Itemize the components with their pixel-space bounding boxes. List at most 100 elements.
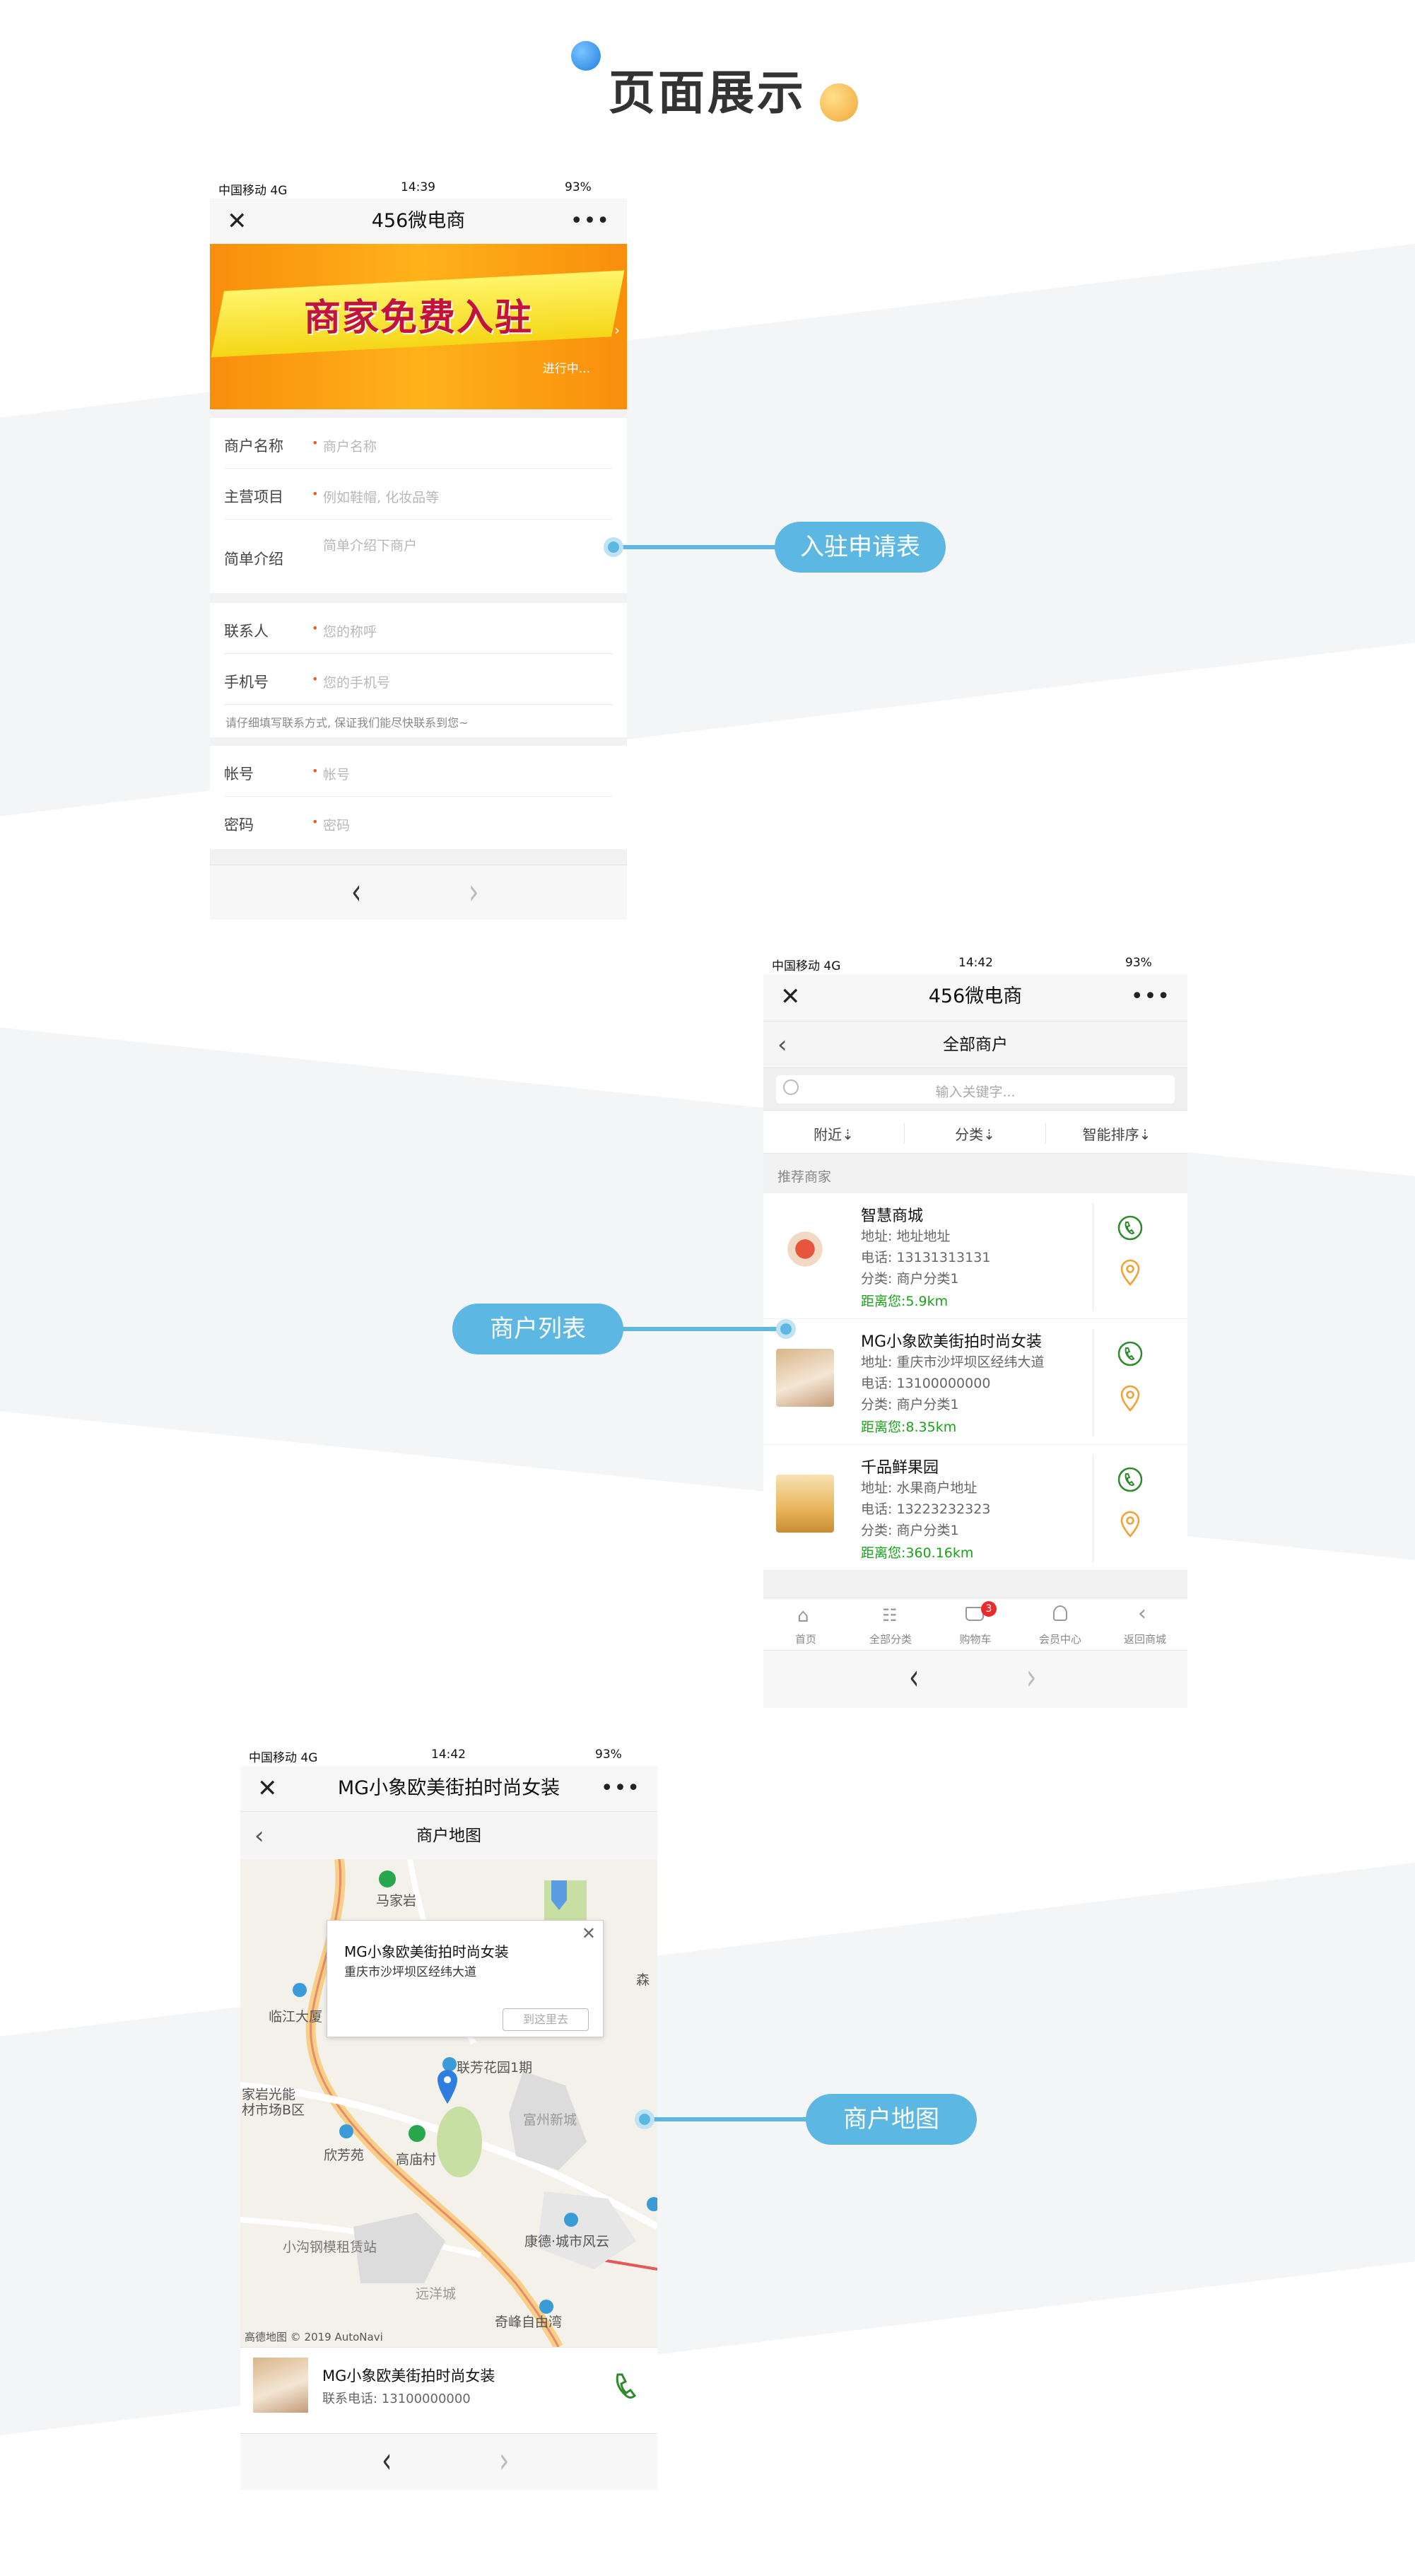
- password-field[interactable]: 密码 • 密码: [224, 797, 613, 848]
- close-icon[interactable]: ✕: [227, 199, 247, 244]
- phone-icon[interactable]: [611, 2370, 642, 2401]
- battery-label: 93%: [595, 1747, 622, 1762]
- location-marker-icon[interactable]: [435, 2068, 459, 2107]
- search-input[interactable]: 输入关键字...: [776, 1075, 1175, 1103]
- tab-label: 购物车: [959, 1633, 992, 1646]
- section-title: 推荐商家: [777, 1169, 832, 1185]
- merchant-name: 千品鲜果园: [861, 1459, 939, 1477]
- field-placeholder: 您的手机号: [323, 675, 391, 691]
- nav-title: 456微电商: [928, 985, 1023, 1007]
- map-label: 奇峰自由湾: [495, 2314, 563, 2330]
- merchant-item[interactable]: MG小象欧美街拍时尚女装 地址: 重庆市沙坪坝区经纬大道 电话: 1310000…: [763, 1319, 1187, 1445]
- more-icon[interactable]: •••: [1131, 974, 1170, 1019]
- back-icon[interactable]: ‹: [254, 1812, 264, 1860]
- page-title: 页面展示: [609, 66, 806, 120]
- forward-arrow-icon[interactable]: ›: [1026, 1658, 1036, 1698]
- nav-bar: ✕ MG小象欧美街拍时尚女装 •••: [240, 1766, 657, 1811]
- required-mark: •: [312, 621, 319, 635]
- map-label: 联芳花园1期: [457, 2060, 533, 2076]
- field-label: 联系人: [224, 623, 269, 640]
- location-pin-icon[interactable]: [1118, 1258, 1142, 1287]
- account-card: 帐号 • 帐号 密码 • 密码: [210, 746, 627, 849]
- filter-sort[interactable]: 智能排序⇣: [1046, 1123, 1187, 1144]
- application-form-screen: 中国移动 4G 14:39 93% ✕ 456微电商 ••• 商家免费入驻 进行…: [210, 175, 627, 920]
- tab-label: 返回商城: [1123, 1633, 1166, 1646]
- more-icon[interactable]: •••: [570, 199, 610, 244]
- callout-line: [619, 1327, 785, 1331]
- tab-back-to-mall[interactable]: ‹ 返回商城: [1103, 1598, 1187, 1651]
- merchant-name-field[interactable]: 商户名称 • 商户名称: [224, 418, 613, 469]
- map-label: 材市场B区: [242, 2102, 305, 2118]
- merchant-item[interactable]: 智慧商城 地址: 地址地址 电话: 13131313131 分类: 商户分类1 …: [763, 1193, 1187, 1319]
- location-pin-icon[interactable]: [1118, 1384, 1142, 1412]
- account-field[interactable]: 帐号 • 帐号: [224, 746, 613, 797]
- back-arrow-icon[interactable]: ‹: [351, 872, 361, 913]
- field-label: 主营项目: [224, 488, 283, 505]
- field-label: 简单介绍: [224, 551, 283, 568]
- tab-member[interactable]: 会员中心: [1018, 1598, 1103, 1651]
- status-bar: 中国移动 4G 14:42 93%: [240, 1742, 657, 1766]
- location-pin-icon[interactable]: [1118, 1510, 1142, 1538]
- filter-nearby[interactable]: 附近⇣: [763, 1123, 905, 1144]
- intro-field[interactable]: 简单介绍 简单介绍下商户: [224, 520, 613, 593]
- merchant-category: 分类: 商户分类1: [861, 1523, 959, 1538]
- forward-arrow-icon[interactable]: ›: [469, 872, 478, 913]
- map-label: 康德·城市风云: [524, 2234, 610, 2249]
- field-placeholder: 您的称呼: [323, 624, 377, 640]
- search-area: 输入关键字...: [763, 1067, 1187, 1110]
- close-icon[interactable]: ✕: [257, 1766, 278, 1811]
- field-label: 帐号: [224, 766, 254, 783]
- map-label: 富州新城: [523, 2112, 577, 2128]
- merchant-distance: 距离您:5.9km: [861, 1294, 949, 1309]
- map-label: 临江大厦: [269, 2009, 323, 2025]
- contact-info-card: 联系人 • 您的称呼 手机号 • 您的手机号 请仔细填写联系方式, 保证我们能尽…: [210, 603, 627, 737]
- close-icon[interactable]: ✕: [582, 1924, 596, 1943]
- merchant-list-callout: 商户列表: [452, 1304, 623, 1354]
- user-icon: [1053, 1605, 1067, 1621]
- home-icon: ⌂: [797, 1605, 809, 1627]
- forward-arrow-icon[interactable]: ›: [499, 2441, 509, 2481]
- search-placeholder: 输入关键字...: [935, 1084, 1016, 1100]
- back-icon[interactable]: ‹: [777, 1021, 787, 1068]
- tab-home[interactable]: ⌂ 首页: [763, 1598, 848, 1651]
- merchant-thumbnail: [776, 1349, 834, 1407]
- application-form-callout: 入驻申请表: [775, 522, 946, 573]
- tab-categories[interactable]: ☷ 全部分类: [848, 1598, 933, 1651]
- back-arrow-icon[interactable]: ‹: [909, 1658, 919, 1698]
- tab-bar: ⌂ 首页 ☷ 全部分类 3 购物车 会员中心 ‹ 返回商城: [763, 1598, 1187, 1650]
- back-arrow-icon[interactable]: ‹: [382, 2441, 392, 2481]
- promo-banner[interactable]: 商家免费入驻 进行中... ›: [210, 244, 627, 409]
- phone-icon[interactable]: [1117, 1340, 1144, 1367]
- browser-bottom-bar: ‹ ›: [240, 2433, 657, 2490]
- battery-label: 93%: [1125, 956, 1152, 970]
- map-info-popup: ✕ MG小象欧美街拍时尚女装 重庆市沙坪坝区经纬大道 到这里去: [327, 1920, 604, 2037]
- tab-label: 全部分类: [869, 1633, 912, 1646]
- popup-merchant-name: MG小象欧美街拍时尚女装: [344, 1943, 509, 1960]
- merchant-info-card: 商户名称 • 商户名称 主营项目 • 例如鞋帽, 化妆品等 简单介绍 简单介绍下…: [210, 418, 627, 593]
- nav-bar: ✕ 456微电商 •••: [763, 974, 1187, 1019]
- phone-icon[interactable]: [1117, 1466, 1144, 1493]
- phone-icon[interactable]: [1117, 1214, 1144, 1241]
- navigate-button[interactable]: 到这里去: [503, 2008, 589, 2031]
- map-view[interactable]: 马家岩 临江大厦 联芳花园1期 家岩光能 材市场B区 欣芳苑 高庙村 富州新城 …: [240, 1859, 657, 2347]
- merchant-map-screen: 中国移动 4G 14:42 93% ✕ MG小象欧美街拍时尚女装 ••• ‹ 商…: [240, 1742, 657, 2490]
- merchant-name: MG小象欧美街拍时尚女装: [322, 2367, 495, 2384]
- merchant-address: 地址: 地址地址: [861, 1229, 951, 1244]
- more-icon[interactable]: •••: [601, 1766, 640, 1811]
- main-business-field[interactable]: 主营项目 • 例如鞋帽, 化妆品等: [224, 469, 613, 520]
- callout-dot: [776, 1319, 796, 1339]
- close-icon[interactable]: ✕: [780, 974, 801, 1019]
- battery-label: 93%: [565, 180, 592, 194]
- chevron-right-icon: ›: [614, 322, 620, 339]
- merchant-item[interactable]: 千品鲜果园 地址: 水果商户地址 电话: 13223232323 分类: 商户分…: [763, 1445, 1187, 1571]
- category-icon: ☷: [882, 1605, 898, 1625]
- contact-field[interactable]: 联系人 • 您的称呼: [224, 603, 613, 654]
- map-label: 欣芳苑: [324, 2148, 365, 2163]
- nav-title: 456微电商: [371, 210, 466, 232]
- callout-line: [643, 2117, 810, 2121]
- tab-cart[interactable]: 3 购物车: [933, 1598, 1018, 1651]
- merchant-distance: 距离您:360.16km: [861, 1545, 974, 1561]
- mobile-field[interactable]: 手机号 • 您的手机号: [224, 654, 613, 705]
- merchant-thumbnail: [776, 1475, 834, 1533]
- filter-category[interactable]: 分类⇣: [905, 1123, 1046, 1144]
